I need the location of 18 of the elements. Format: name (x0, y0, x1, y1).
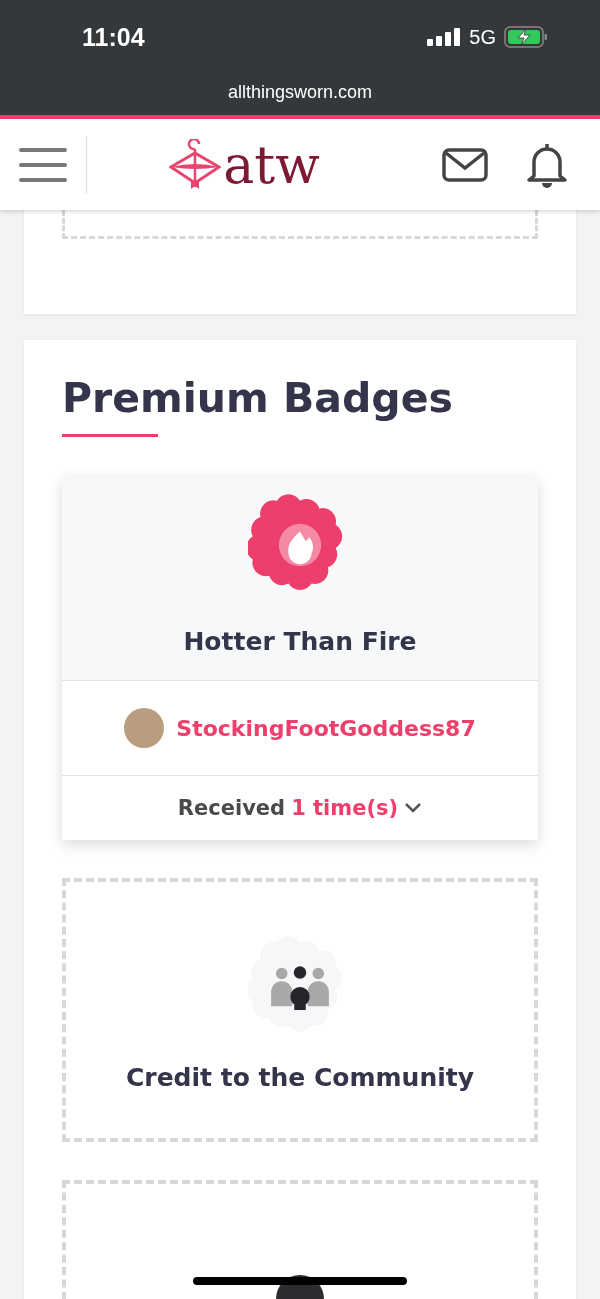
network-label: 5G (469, 25, 496, 49)
badge-name: Credit to the Community (126, 1062, 474, 1092)
received-count: 1 time(s) (291, 796, 399, 820)
bell-icon[interactable] (526, 141, 568, 188)
badge-name: Hotter Than Fire (183, 627, 417, 656)
mail-icon[interactable] (442, 147, 488, 182)
hanger-icon (169, 138, 222, 191)
status-time: 11:04 (82, 22, 145, 52)
chevron-icon (404, 802, 423, 814)
received-toggle[interactable]: Received 1 time(s) (62, 776, 538, 840)
avatar-photo-placeholder (124, 708, 165, 748)
received-label: Received (177, 796, 286, 820)
section-title: Premium Badges (62, 374, 454, 422)
battery-charging-icon (504, 26, 548, 48)
username-link[interactable]: StockingFootGoddess87 (176, 715, 476, 741)
logo-text[interactable]: atw (223, 138, 320, 191)
url-text[interactable]: allthingsworn.com (0, 74, 600, 110)
signal-icon (427, 28, 462, 46)
